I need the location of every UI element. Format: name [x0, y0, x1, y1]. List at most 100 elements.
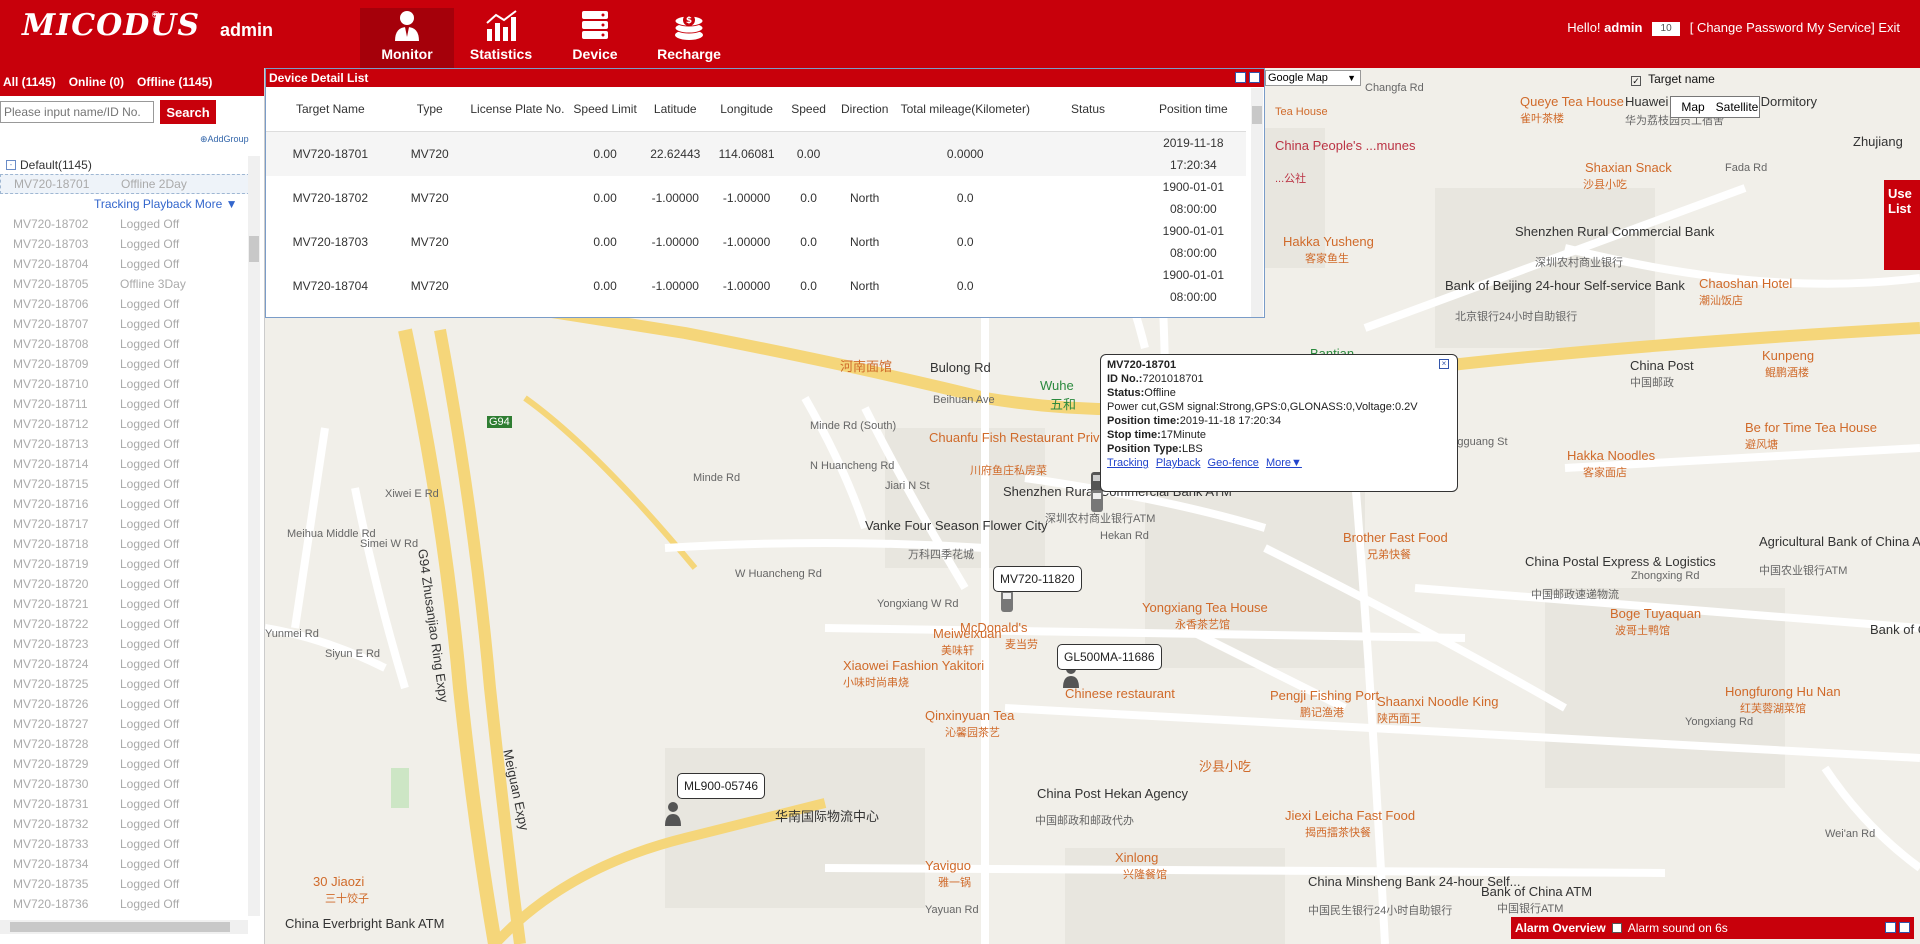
map-type-select[interactable]: Google Map ▼: [1265, 70, 1361, 86]
list-item[interactable]: MV720-18716 Logged Off: [0, 494, 250, 514]
table-row[interactable]: MV720-18703 MV720 0.00 -1.00000 -1.00000 0.0 N…: [266, 220, 1246, 264]
search-button[interactable]: Search: [160, 100, 216, 124]
list-item[interactable]: MV720-18732 Logged Off: [0, 814, 250, 834]
list-item[interactable]: MV720-18723 Logged Off: [0, 634, 250, 654]
column-header[interactable]: Total mileage(Kilometer): [895, 87, 1036, 132]
close-icon[interactable]: ×: [1439, 359, 1449, 369]
person-marker-icon[interactable]: [662, 800, 684, 826]
popup-playback-link[interactable]: Playback: [1156, 457, 1201, 469]
list-item[interactable]: MV720-18702 Logged Off: [0, 214, 250, 234]
column-header[interactable]: Status: [1035, 87, 1141, 132]
device-actions[interactable]: Tracking Playback More ▼: [0, 194, 250, 214]
list-item[interactable]: MV720-18710 Logged Off: [0, 374, 250, 394]
list-item[interactable]: MV720-18719 Logged Off: [0, 554, 250, 574]
table-cell: -1.00000: [651, 190, 699, 205]
vehicle-callout[interactable]: GL500MA-11686: [1057, 644, 1162, 670]
list-item[interactable]: MV720-18704 Logged Off: [0, 254, 250, 274]
user-list-tab[interactable]: Use List: [1884, 180, 1920, 270]
coins-icon: $: [674, 14, 704, 40]
list-item[interactable]: MV720-18711 Logged Off: [0, 394, 250, 414]
table-row[interactable]: MV720-18701 MV720 0.00 22.62443 114.06081 0.0…: [266, 131, 1246, 176]
sidebar-hscrollbar[interactable]: [0, 920, 248, 934]
tab-online[interactable]: Online (0): [66, 75, 134, 89]
list-item[interactable]: MV720-18706 Logged Off: [0, 294, 250, 314]
scroll-thumb[interactable]: [249, 236, 259, 262]
column-header[interactable]: License Plate No.: [464, 87, 571, 132]
list-item[interactable]: MV720-18707 Logged Off: [0, 314, 250, 334]
list-item[interactable]: MV720-18721 Logged Off: [0, 594, 250, 614]
list-item[interactable]: MV720-18734 Logged Off: [0, 854, 250, 874]
list-item[interactable]: MV720-18729 Logged Off: [0, 754, 250, 774]
list-item[interactable]: MV720-18715 Logged Off: [0, 474, 250, 494]
list-item[interactable]: MV720-18724 Logged Off: [0, 654, 250, 674]
column-header[interactable]: Type: [394, 87, 465, 132]
table-row[interactable]: MV720-18704 MV720 0.00 -1.00000 -1.00000 0.0 N…: [266, 264, 1246, 308]
column-header[interactable]: Speed: [782, 87, 835, 132]
column-header[interactable]: Target Name: [266, 87, 395, 132]
alarm-overview-bar[interactable]: Alarm Overview Alarm sound on 6s: [1511, 917, 1914, 939]
exit-link[interactable]: Exit: [1878, 20, 1900, 35]
alarm-sound-checkbox[interactable]: [1612, 923, 1623, 933]
popup-tracking-link[interactable]: Tracking: [1107, 457, 1149, 469]
scroll-thumb[interactable]: [1252, 106, 1262, 124]
group-row[interactable]: - Default(1145): [0, 156, 250, 174]
hscroll-thumb[interactable]: [10, 922, 230, 932]
popup-more-link[interactable]: More▼: [1266, 457, 1302, 469]
target-name-toggle[interactable]: ✓ Target name: [1631, 72, 1715, 86]
nav-device[interactable]: Device: [548, 8, 642, 68]
list-item[interactable]: MV720-18718 Logged Off: [0, 534, 250, 554]
nav-statistics[interactable]: Statistics: [454, 8, 548, 68]
list-item[interactable]: MV720-18735 Logged Off: [0, 874, 250, 894]
column-header[interactable]: Position time: [1140, 87, 1246, 132]
table-cell: MV720-18701: [266, 131, 395, 176]
column-header[interactable]: Direction: [834, 87, 896, 132]
popup-geofence-link[interactable]: Geo-fence: [1208, 457, 1259, 469]
minimize-icon[interactable]: [1885, 922, 1896, 933]
satellite-view-button[interactable]: Satellite: [1715, 97, 1759, 117]
map-label: Xiwei E Rd: [385, 488, 439, 500]
list-item[interactable]: MV720-18714 Logged Off: [0, 454, 250, 474]
tab-all[interactable]: All (1145): [0, 75, 66, 89]
list-item[interactable]: MV720-18709 Logged Off: [0, 354, 250, 374]
vehicle-callout[interactable]: ML900-05746: [677, 773, 766, 799]
list-item[interactable]: MV720-18717 Logged Off: [0, 514, 250, 534]
tab-offline[interactable]: Offline (1145): [134, 75, 222, 89]
list-item[interactable]: MV720-18705 Offline 3Day: [0, 274, 250, 294]
list-item[interactable]: MV720-18708 Logged Off: [0, 334, 250, 354]
list-item[interactable]: MV720-18728 Logged Off: [0, 734, 250, 754]
list-item[interactable]: MV720-18727 Logged Off: [0, 714, 250, 734]
collapse-icon[interactable]: -: [6, 160, 16, 170]
sidebar-scrollbar[interactable]: [248, 156, 260, 916]
column-header[interactable]: Longitude: [710, 87, 783, 132]
list-item[interactable]: MV720-18731 Logged Off: [0, 794, 250, 814]
list-item[interactable]: MV720-18712 Logged Off: [0, 414, 250, 434]
add-group-link[interactable]: ⊕AddGroup: [200, 134, 249, 145]
list-item[interactable]: MV720-18720 Logged Off: [0, 574, 250, 594]
table-row[interactable]: MV720-18702 MV720 0.00 -1.00000 -1.00000 0.0 N…: [266, 176, 1246, 220]
checkbox-icon[interactable]: ✓: [1631, 76, 1641, 86]
list-item[interactable]: MV720-18726 Logged Off: [0, 694, 250, 714]
my-service-link[interactable]: My Service]: [1807, 20, 1875, 35]
detail-scrollbar[interactable]: [1251, 88, 1263, 317]
search-input[interactable]: [0, 101, 154, 123]
change-password-link[interactable]: [ Change Password: [1690, 20, 1803, 35]
minimize-icon[interactable]: [1235, 72, 1246, 83]
list-item[interactable]: MV720-18730 Logged Off: [0, 774, 250, 794]
list-item[interactable]: MV720-18713 Logged Off: [0, 434, 250, 454]
map-view-button[interactable]: Map: [1671, 97, 1715, 117]
list-item[interactable]: MV720-18733 Logged Off: [0, 834, 250, 854]
count-box[interactable]: 10: [1652, 21, 1681, 36]
list-item[interactable]: MV720-18725 Logged Off: [0, 674, 250, 694]
column-header[interactable]: Latitude: [640, 87, 711, 132]
list-item[interactable]: MV720-18736 Logged Off: [0, 894, 250, 914]
nav-recharge[interactable]: $ Recharge: [642, 8, 736, 68]
nav-monitor[interactable]: Monitor: [360, 8, 454, 68]
maximize-icon[interactable]: [1899, 922, 1910, 933]
maximize-icon[interactable]: [1249, 72, 1260, 83]
list-item[interactable]: MV720-18703 Logged Off: [0, 234, 250, 254]
column-header[interactable]: Speed Limit: [570, 87, 641, 132]
list-item[interactable]: MV720-18722 Logged Off: [0, 614, 250, 634]
list-item[interactable]: MV720-18701 Offline 2Day: [0, 174, 250, 194]
map-label: 鹏记渔港: [1300, 707, 1344, 719]
vehicle-callout[interactable]: MV720-11820: [993, 566, 1082, 592]
